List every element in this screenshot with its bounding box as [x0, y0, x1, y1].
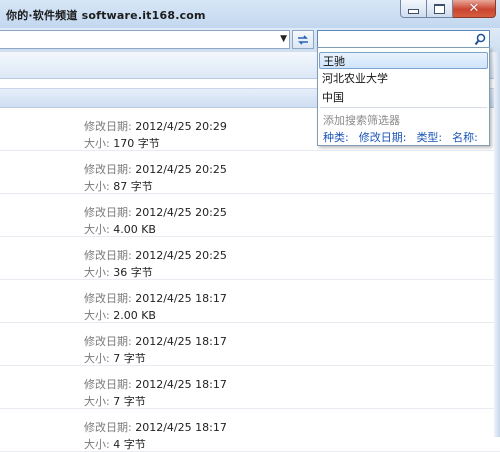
file-size: 大小: 4 字节 — [84, 438, 146, 451]
file-size: 大小: 2.00 KB — [84, 309, 156, 322]
suggestion-item[interactable]: 王驰 — [319, 52, 488, 69]
search-icon[interactable] — [474, 33, 486, 46]
filter-type-link[interactable]: 类型: — [416, 131, 442, 144]
list-item[interactable]: 修改日期: 2012/4/25 18:17 大小: 7 字节 — [0, 365, 500, 409]
suggestion-item[interactable]: 河北农业大学 — [319, 70, 488, 87]
close-icon: ✕ — [468, 1, 480, 16]
file-size: 大小: 87 字节 — [84, 180, 153, 193]
list-item[interactable]: 修改日期: 2012/4/25 20:25 大小: 36 字节 — [0, 236, 500, 280]
modified-date: 修改日期: 2012/4/25 18:17 — [84, 421, 227, 434]
refresh-button[interactable] — [292, 30, 314, 49]
list-item[interactable]: 修改日期: 2012/4/25 18:17 大小: 4 字节 — [0, 408, 500, 452]
minimize-icon — [408, 9, 419, 14]
list-item[interactable]: 修改日期: 2012/4/25 18:17 大小: 7 字节 — [0, 322, 500, 366]
search-suggestions-dropdown: 王驰 河北农业大学 中国 添加搜索筛选器 种类: 修改日期: 类型: 名称: — [317, 47, 490, 146]
modified-date: 修改日期: 2012/4/25 20:25 — [84, 206, 227, 219]
filter-kind-link[interactable]: 种类: — [323, 131, 349, 144]
list-item[interactable]: 修改日期: 2012/4/25 20:25 大小: 87 字节 — [0, 150, 500, 194]
modified-date: 修改日期: 2012/4/25 20:25 — [84, 249, 227, 262]
modified-date: 修改日期: 2012/4/25 18:17 — [84, 292, 227, 305]
chevron-down-icon[interactable]: ▼ — [280, 34, 287, 44]
watermark-text: 你的·软件频道 software.it168.com — [6, 9, 206, 22]
file-size: 大小: 7 字节 — [84, 352, 146, 365]
minimize-button[interactable] — [400, 0, 427, 18]
window-right-edge — [494, 52, 500, 437]
list-item[interactable]: 修改日期: 2012/4/25 18:17 大小: 2.00 KB — [0, 279, 500, 323]
title-bar: 你的·软件频道 software.it168.com ✕ — [0, 0, 500, 28]
modified-date: 修改日期: 2012/4/25 18:17 — [84, 335, 227, 348]
refresh-arrows-icon — [298, 34, 308, 45]
filter-date-modified-link[interactable]: 修改日期: — [359, 131, 407, 144]
search-input[interactable] — [320, 32, 470, 47]
modified-date: 修改日期: 2012/4/25 20:25 — [84, 163, 227, 176]
modified-date: 修改日期: 2012/4/25 20:29 — [84, 120, 227, 133]
maximize-icon — [434, 3, 445, 14]
suggestion-item[interactable]: 中国 — [319, 89, 488, 106]
modified-date: 修改日期: 2012/4/25 18:17 — [84, 378, 227, 391]
close-button[interactable]: ✕ — [453, 0, 496, 18]
window-controls: ✕ — [400, 0, 496, 20]
file-size: 大小: 7 字节 — [84, 395, 146, 408]
list-item[interactable]: 修改日期: 2012/4/25 20:25 大小: 4.00 KB — [0, 193, 500, 237]
add-search-filter-label: 添加搜索筛选器 — [323, 114, 400, 127]
file-size: 大小: 170 字节 — [84, 137, 160, 150]
address-bar[interactable]: ▼ — [0, 30, 290, 49]
maximize-button[interactable] — [427, 0, 453, 18]
file-size: 大小: 36 字节 — [84, 266, 153, 279]
file-list: 修改日期: 2012/4/25 20:29 大小: 170 字节 修改日期: 2… — [0, 107, 500, 452]
search-filter-links: 种类: 修改日期: 类型: 名称: — [323, 129, 488, 145]
filter-name-link[interactable]: 名称: — [452, 131, 478, 144]
file-size: 大小: 4.00 KB — [84, 223, 156, 236]
divider — [320, 107, 487, 108]
